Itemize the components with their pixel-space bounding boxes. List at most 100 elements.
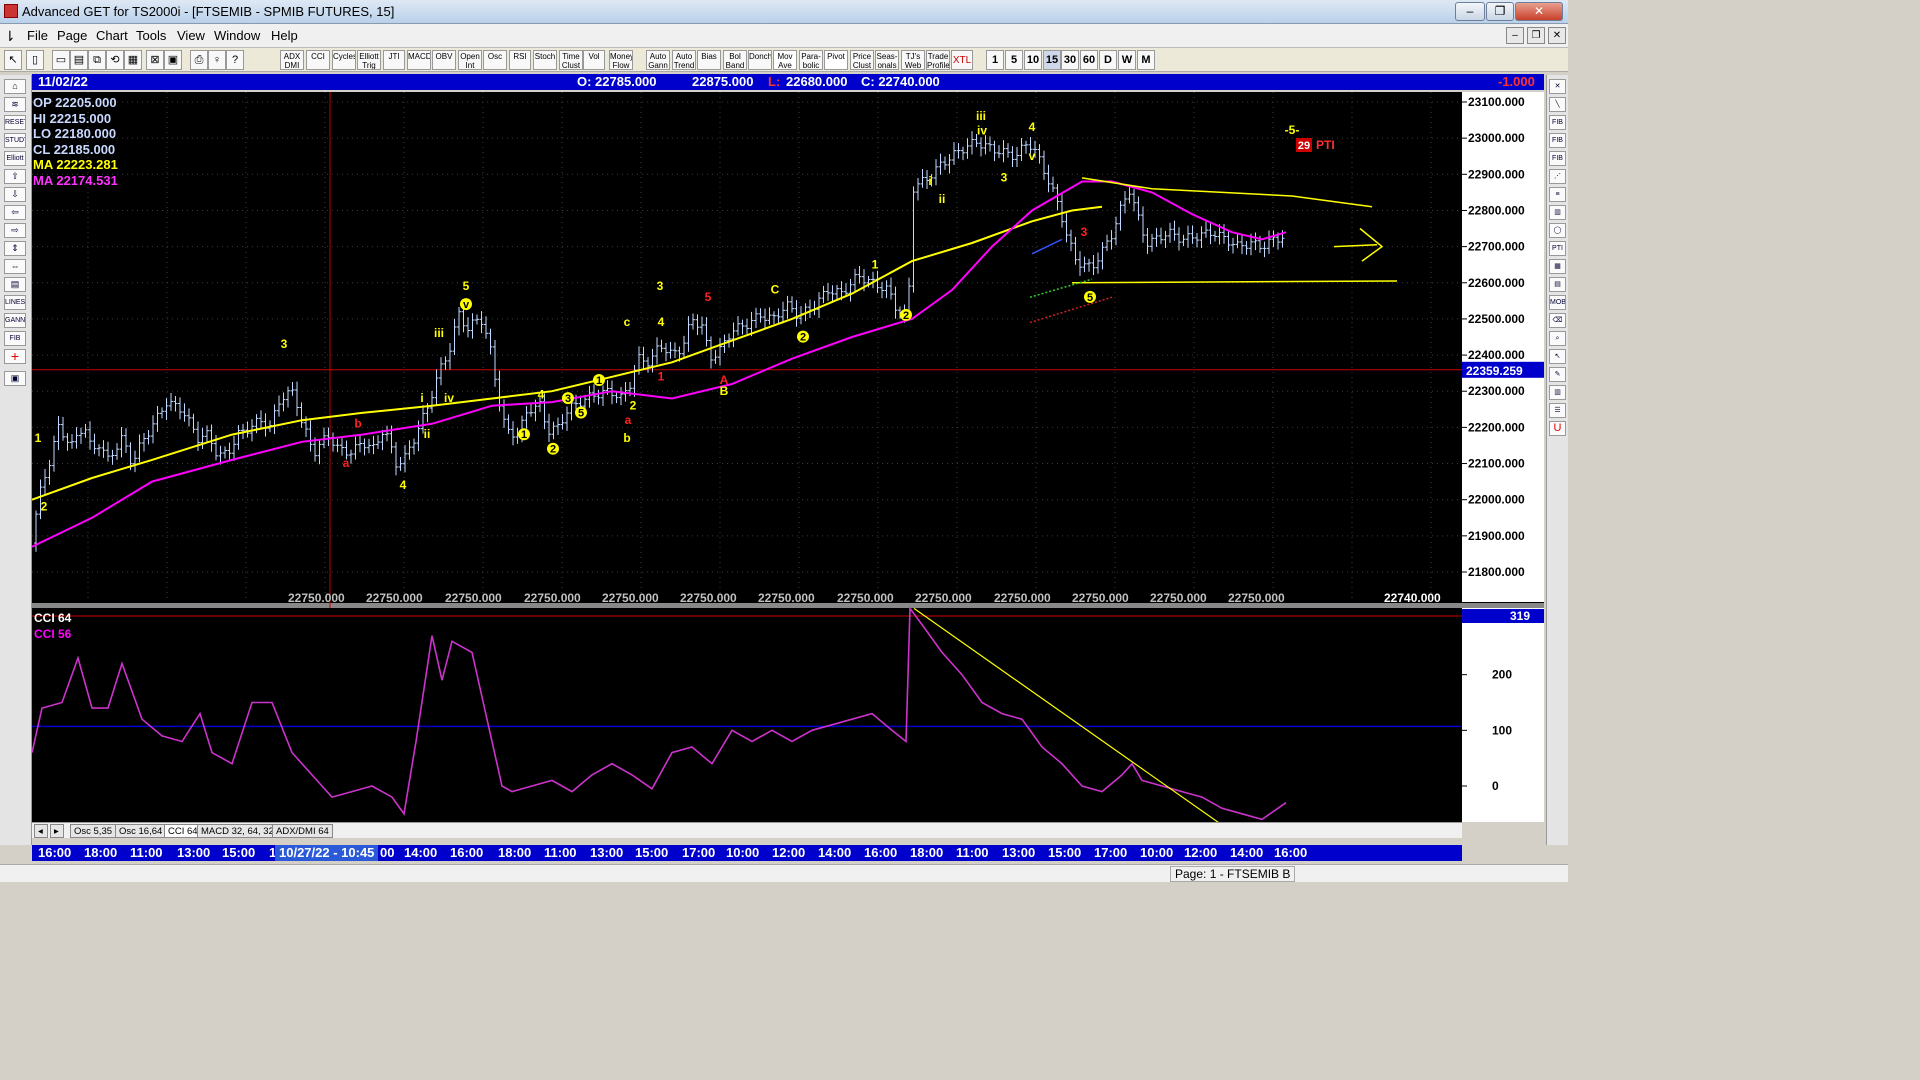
study-button-tj-s-web[interactable]: TJ's Web xyxy=(901,50,925,70)
waves-tool-icon[interactable]: ≋ xyxy=(4,97,26,112)
save-tool-icon[interactable]: ▣ xyxy=(4,371,26,386)
fib-ret-icon[interactable]: FIB xyxy=(1549,115,1566,130)
pti-icon[interactable]: PTI xyxy=(1549,241,1566,256)
tile-icon[interactable]: ⊠ xyxy=(146,50,164,70)
timeframe-button-10[interactable]: 10 xyxy=(1024,50,1042,70)
mob-icon[interactable]: MOB xyxy=(1549,295,1566,310)
study-button-jti[interactable]: JTI xyxy=(383,50,405,70)
lines-tool-icon[interactable]: LINES xyxy=(4,295,26,310)
study-button-trade-profile[interactable]: Trade Profile xyxy=(926,50,950,70)
gann-tool-icon[interactable]: GANN xyxy=(4,313,26,328)
ellipse-icon[interactable]: ◯ xyxy=(1549,223,1566,238)
cursor-tool-icon[interactable]: ⌂ xyxy=(4,79,26,94)
fib-ext-icon[interactable]: FIB xyxy=(1549,133,1566,148)
timeframe-button-5[interactable]: 5 xyxy=(1005,50,1023,70)
arrow-right-tool-icon[interactable]: ⇨ xyxy=(4,223,26,238)
tab-adx-dmi[interactable]: ADX/DMI 64 xyxy=(272,824,333,838)
study-button-mov-ave[interactable]: Mov Ave xyxy=(773,50,797,70)
open-icon[interactable]: ▤ xyxy=(70,50,88,70)
close-study-icon[interactable]: ✕ xyxy=(1549,79,1566,94)
tab-osc-16-64[interactable]: Osc 16,64 xyxy=(115,824,167,838)
maximize-button[interactable]: ❐ xyxy=(1486,2,1514,21)
study-button-osc[interactable]: Osc xyxy=(483,50,507,70)
menu-window[interactable]: Window xyxy=(214,28,260,43)
timeframe-button-60[interactable]: 60 xyxy=(1080,50,1098,70)
study-button-bias[interactable]: Bias xyxy=(697,50,721,70)
mdi-close-button[interactable]: ✕ xyxy=(1548,27,1566,44)
stretch-tool-icon[interactable]: ⇔ xyxy=(4,259,26,274)
grid-icon[interactable]: ▦ xyxy=(124,50,142,70)
study-button-xtl[interactable]: XTL xyxy=(951,50,973,70)
study-button-seas-onals[interactable]: Seas-onals xyxy=(875,50,899,70)
study-button-vol[interactable]: Vol xyxy=(583,50,605,70)
help-icon[interactable]: ? xyxy=(226,50,244,70)
study-button-price-clust[interactable]: Price Clust xyxy=(850,50,874,70)
study-button-cycles[interactable]: Cycles xyxy=(332,50,356,70)
study-button-open-int[interactable]: Open Int xyxy=(458,50,482,70)
cursor-right-icon[interactable]: ↖ xyxy=(1549,349,1566,364)
tab-osc-5-35[interactable]: Osc 5,35 xyxy=(70,824,117,838)
arrow-left-tool-icon[interactable]: ⇦ xyxy=(4,205,26,220)
mdi-restore-button[interactable]: ❐ xyxy=(1527,27,1545,44)
pointer-icon[interactable]: ↖ xyxy=(4,50,22,70)
elliott-tool-icon[interactable]: Elliott xyxy=(4,151,26,166)
timeframe-button-15[interactable]: 15 xyxy=(1043,50,1061,70)
study-button-macd[interactable]: MACD xyxy=(407,50,431,70)
print-icon[interactable]: ⎙ xyxy=(190,50,208,70)
list-icon[interactable]: ☰ xyxy=(1549,403,1566,418)
study-button-time-clust[interactable]: Time Clust xyxy=(559,50,583,70)
study-button-cci[interactable]: CCI xyxy=(306,50,330,70)
menu-file[interactable]: File xyxy=(27,28,48,43)
timeframe-button-30[interactable]: 30 xyxy=(1061,50,1079,70)
zoom-tool-icon[interactable]: ⇕ xyxy=(4,241,26,256)
close-button[interactable]: ✕ xyxy=(1515,2,1563,21)
magnet-icon[interactable]: U xyxy=(1549,421,1566,436)
study-button-pivot[interactable]: Pivot xyxy=(824,50,848,70)
line-tool-icon[interactable]: ╲ xyxy=(1549,97,1566,112)
grid-tool-icon[interactable]: ▦ xyxy=(1549,259,1566,274)
timeframe-button-1[interactable]: 1 xyxy=(986,50,1004,70)
magnifier-icon[interactable]: ⌕ xyxy=(1549,331,1566,346)
study-button-para-bolic[interactable]: Para-bolic xyxy=(799,50,823,70)
regression-icon[interactable]: ▥ xyxy=(1549,205,1566,220)
menu-page[interactable]: Page xyxy=(57,28,87,43)
chart-tool-icon[interactable]: ▤ xyxy=(4,277,26,292)
fib-time-icon[interactable]: FIB xyxy=(1549,151,1566,166)
tab-scroll-left-icon[interactable]: ◂ xyxy=(34,824,48,838)
study-button-stoch[interactable]: Stoch xyxy=(533,50,557,70)
refresh-icon[interactable]: ⟲ xyxy=(106,50,124,70)
bars-icon[interactable]: ▤ xyxy=(1549,277,1566,292)
eraser-icon[interactable]: ⌫ xyxy=(1549,313,1566,328)
tab-scroll-right-icon[interactable]: ▸ xyxy=(50,824,64,838)
fan-icon[interactable]: ⋰ xyxy=(1549,169,1566,184)
mdi-minimize-button[interactable]: – xyxy=(1506,27,1524,44)
study-button-obv[interactable]: OBV xyxy=(432,50,456,70)
cascade-icon[interactable]: ▣ xyxy=(164,50,182,70)
arrow-up-tool-icon[interactable]: ⇧ xyxy=(4,169,26,184)
pencil-icon[interactable]: ✎ xyxy=(1549,367,1566,382)
channel-icon[interactable]: ≡ xyxy=(1549,187,1566,202)
menu-tools[interactable]: Tools xyxy=(136,28,166,43)
tab-macd[interactable]: MACD 32, 64, 32 xyxy=(197,824,278,838)
reset-tool-icon[interactable]: RESET xyxy=(4,115,26,130)
study-tool-icon[interactable]: STUDY xyxy=(4,133,26,148)
arrow-down-tool-icon[interactable]: ⇩ xyxy=(4,187,26,202)
timeframe-button-d[interactable]: D xyxy=(1099,50,1117,70)
study-button-elliott-trig[interactable]: Elliott Trig xyxy=(357,50,381,70)
fib-tool-icon[interactable]: FIB xyxy=(4,331,26,346)
study-button-auto-trend[interactable]: Auto Trend xyxy=(672,50,696,70)
minimize-button[interactable]: – xyxy=(1455,2,1485,21)
timeframe-button-w[interactable]: W xyxy=(1118,50,1136,70)
new-icon[interactable]: ▭ xyxy=(52,50,70,70)
timeframe-button-m[interactable]: M xyxy=(1137,50,1155,70)
crosshair-tool-icon[interactable]: + xyxy=(4,349,26,364)
study-button-donch[interactable]: Donch xyxy=(748,50,772,70)
study-button-bol-band[interactable]: Bol Band xyxy=(723,50,747,70)
page-icon[interactable]: ▯ xyxy=(26,50,44,70)
table-icon[interactable]: ▥ xyxy=(1549,385,1566,400)
study-button-money-flow[interactable]: Money Flow xyxy=(609,50,633,70)
app-menu-icon[interactable]: ⇂ xyxy=(4,28,16,45)
lightbulb-icon[interactable]: ♀ xyxy=(208,50,226,70)
chart-area[interactable]: 23100.000 23000.000 22900.000 22800.000 2270… xyxy=(32,92,1544,822)
tab-cci-64[interactable]: CCI 64 xyxy=(164,824,202,838)
